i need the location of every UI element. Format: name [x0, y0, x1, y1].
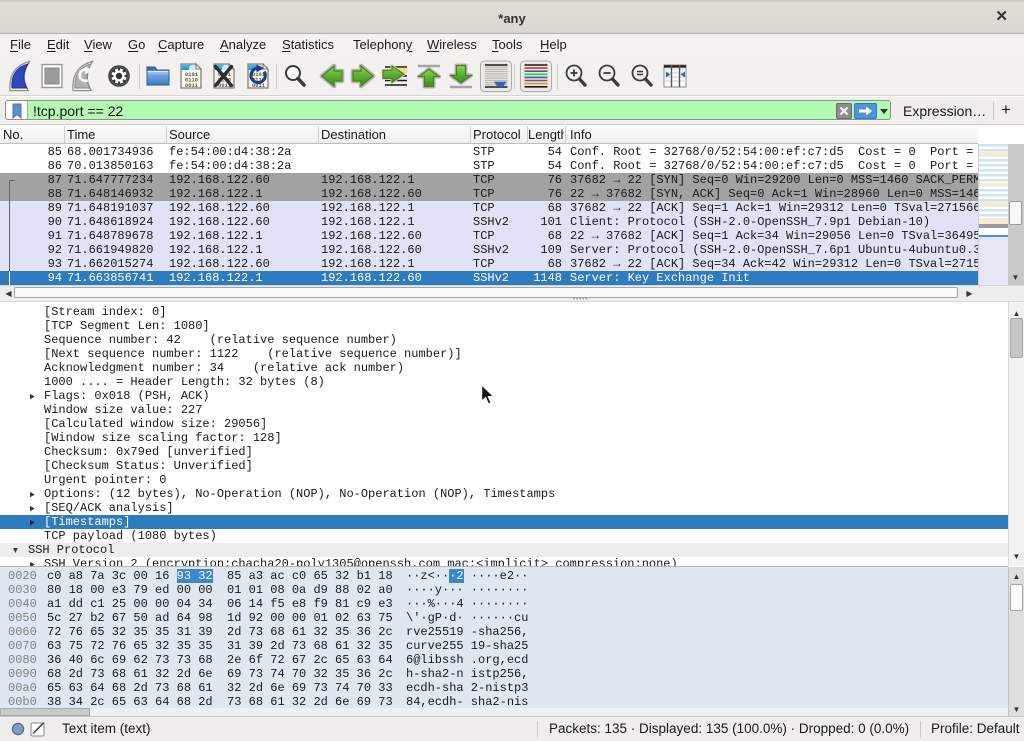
- svg-text:0011: 0011: [185, 83, 198, 89]
